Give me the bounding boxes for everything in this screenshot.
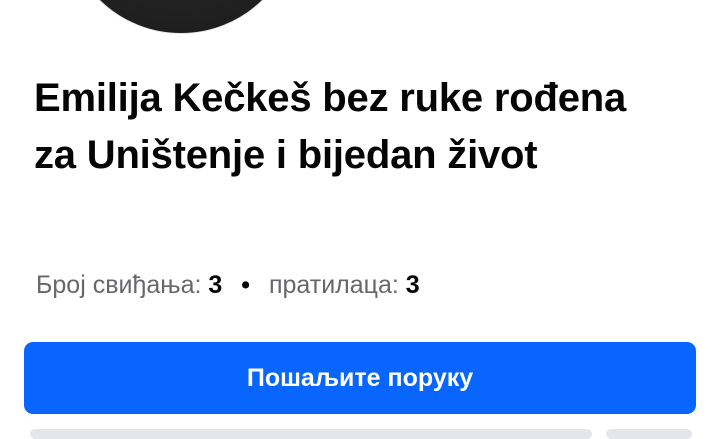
profile-picture-frame[interactable] (58, 0, 304, 40)
page-stats: Број свиђања: 3 • пратилаца: 3 (36, 268, 420, 302)
secondary-button-partial[interactable] (30, 429, 592, 439)
likes-count: 3 (208, 271, 223, 299)
send-message-button[interactable]: Пошаљите поруку (24, 342, 696, 414)
more-button-partial[interactable] (606, 429, 692, 439)
followers-label: пратилаца: (268, 271, 399, 299)
stats-separator: • (241, 271, 251, 299)
likes-label: Број свиђања: (36, 271, 202, 299)
profile-picture[interactable] (64, 0, 298, 34)
page-title: Emilija Kečkeš bez ruke rođena za Unište… (34, 76, 627, 177)
followers-count: 3 (405, 271, 420, 299)
